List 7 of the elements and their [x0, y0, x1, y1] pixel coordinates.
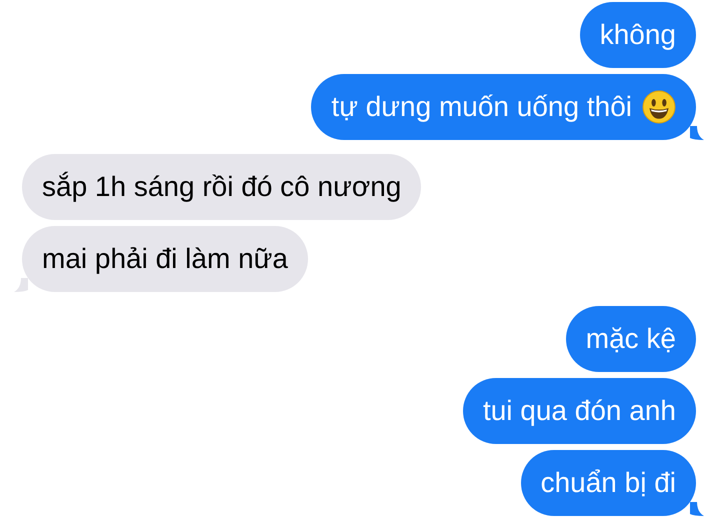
message-bubble: tui qua đón anh: [462, 378, 696, 444]
message-bubble: không: [580, 2, 696, 68]
bubble-tail: [690, 502, 704, 516]
bubble-tail: [690, 126, 704, 140]
bubble-tail: [14, 278, 28, 292]
message-bubble: sắp 1h sáng rồi đó cô nương: [22, 154, 422, 220]
message-bubble: mặc kệ: [566, 306, 696, 372]
